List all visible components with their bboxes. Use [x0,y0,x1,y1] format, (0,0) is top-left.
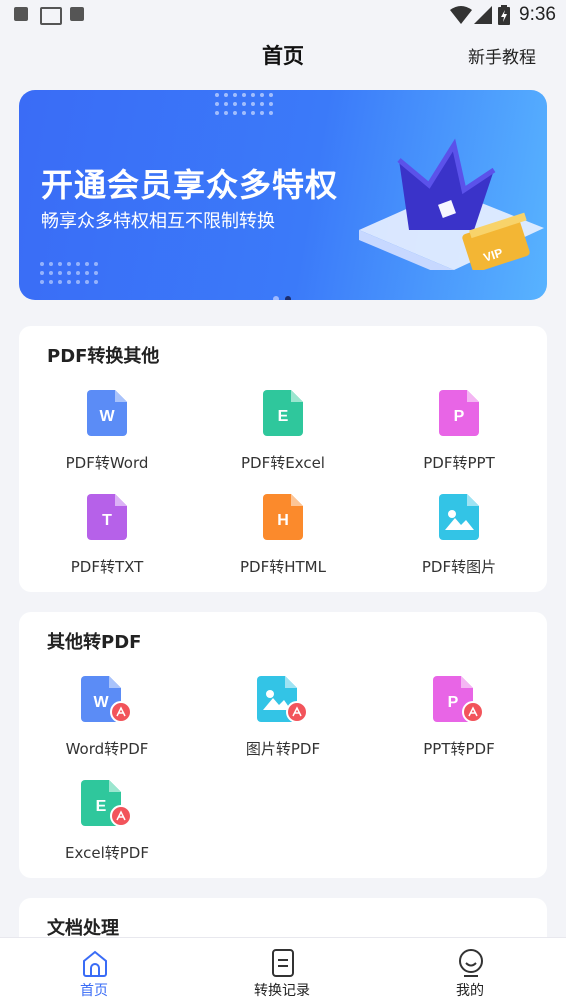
tab-label: 转换记录 [254,983,310,999]
banner-subtitle: 畅享众多特权相互不限制转换 [41,211,275,232]
svg-text:P: P [454,408,465,425]
txt-file-icon: T [87,494,127,540]
tool-label: Word转PDF [65,740,149,758]
tool-word-to-pdf[interactable]: W Word转PDF [19,676,195,772]
svg-text:W: W [99,408,115,425]
document-icon [272,949,294,977]
signal-icon [474,6,492,24]
ppt-to-pdf-icon: P [433,676,484,722]
tab-label: 我的 [456,983,484,999]
tool-ppt-to-pdf[interactable]: P PPT转PDF [371,676,547,772]
tab-conversion-history[interactable]: 转换记录 [188,938,376,1007]
header: 首页 新手教程 [0,30,566,80]
tool-label: PDF转TXT [70,558,144,576]
tool-label: PDF转PPT [423,454,495,472]
svg-text:T: T [102,512,112,529]
banner-pagination [273,287,297,300]
word-to-pdf-icon: W [81,676,132,722]
app-notification-icon [40,7,62,25]
banner-decoration-dots-left [40,262,98,284]
banner-title: 开通会员享众多特权 [41,166,339,204]
tutorial-link[interactable]: 新手教程 [468,43,536,68]
a-notification-icon [70,7,84,21]
banner-decoration-dots [215,93,273,115]
excel-to-pdf-icon: E [81,780,132,826]
notification-icon [14,7,28,21]
tool-label: PDF转HTML [240,558,326,576]
status-time: 9:36 [519,4,556,25]
tool-label: PPT转PDF [423,740,495,758]
wifi-icon [450,6,472,24]
svg-text:H: H [277,512,289,529]
tool-pdf-to-word[interactable]: W PDF转Word [19,390,195,486]
image-to-pdf-icon [257,676,308,722]
section-title: 其他转PDF [47,632,142,653]
tool-label: PDF转图片 [421,558,497,576]
tool-pdf-to-image[interactable]: PDF转图片 [371,494,547,590]
tool-image-to-pdf[interactable]: 图片转PDF [195,676,371,772]
svg-text:E: E [96,798,107,815]
pagination-dot[interactable] [273,296,279,300]
svg-text:E: E [278,408,289,425]
tool-label: 图片转PDF [245,740,321,758]
vip-banner[interactable]: 开通会员享众多特权 畅享众多特权相互不限制转换 VIP [19,90,547,300]
home-icon [83,950,107,977]
tab-home[interactable]: 首页 [0,938,188,1007]
svg-text:W: W [93,694,109,711]
tool-pdf-to-ppt[interactable]: P PDF转PPT [371,390,547,486]
image-file-icon [439,494,479,540]
battery-icon [498,5,510,25]
svg-text:P: P [448,694,459,711]
profile-icon [459,949,483,977]
excel-file-icon: E [263,390,303,436]
tool-excel-to-pdf[interactable]: E Excel转PDF [19,780,195,876]
html-file-icon: H [263,494,303,540]
status-bar: 9:36 [0,0,566,30]
ppt-file-icon: P [439,390,479,436]
tool-pdf-to-html[interactable]: H PDF转HTML [195,494,371,590]
pagination-dot-active[interactable] [285,296,291,300]
tool-pdf-to-excel[interactable]: E PDF转Excel [195,390,371,486]
pdf-to-other-card: PDF转换其他 W PDF转Word E PDF转Excel P PDF转PPT… [19,326,547,592]
tool-label: PDF转Excel [241,454,325,472]
tool-label: PDF转Word [65,454,149,472]
word-file-icon: W [87,390,127,436]
crown-illustration: VIP [359,138,544,270]
tool-pdf-to-txt[interactable]: T PDF转TXT [19,494,195,590]
tool-label: Excel转PDF [65,844,149,862]
section-title: PDF转换其他 [47,346,160,367]
tab-label: 首页 [80,983,108,999]
tab-profile[interactable]: 我的 [376,938,564,1007]
bottom-tab-bar: 首页 转换记录 我的 [0,937,566,1007]
other-to-pdf-card: 其他转PDF W Word转PDF 图片转PDF P PPT转PDF E Exc… [19,612,547,878]
